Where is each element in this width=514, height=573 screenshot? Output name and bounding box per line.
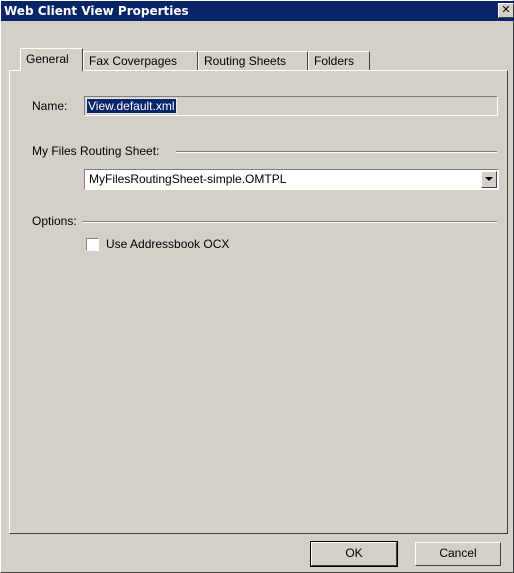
close-button[interactable]: ✕ bbox=[498, 3, 514, 18]
close-icon: ✕ bbox=[501, 3, 511, 16]
routing-sheet-divider bbox=[176, 151, 497, 153]
options-divider bbox=[82, 221, 497, 223]
tab-routing-sheets[interactable]: Routing Sheets bbox=[198, 51, 308, 70]
cancel-label: Cancel bbox=[439, 546, 477, 560]
options-label: Options: bbox=[32, 214, 77, 228]
properties-dialog: Web Client View Properties ✕ General Fax… bbox=[0, 0, 514, 573]
name-label: Name: bbox=[32, 99, 68, 113]
name-value: View.default.xml bbox=[86, 98, 177, 114]
routing-sheet-label: My Files Routing Sheet: bbox=[32, 144, 160, 158]
use-addressbook-checkbox[interactable] bbox=[86, 238, 99, 251]
tab-label: Folders bbox=[314, 54, 355, 68]
tab-label: Fax Coverpages bbox=[89, 54, 178, 68]
name-field[interactable]: View.default.xml bbox=[84, 96, 498, 116]
tab-fax-coverpages[interactable]: Fax Coverpages bbox=[83, 51, 198, 70]
title-bar[interactable]: Web Client View Properties ✕ bbox=[1, 1, 514, 21]
cancel-button[interactable]: Cancel bbox=[415, 542, 501, 566]
dropdown-button[interactable] bbox=[481, 171, 497, 188]
general-tab-panel: Name: View.default.xml My Files Routing … bbox=[9, 70, 508, 534]
window-title: Web Client View Properties bbox=[4, 4, 189, 18]
tab-label: General bbox=[26, 52, 69, 66]
ok-label: OK bbox=[345, 546, 363, 560]
routing-sheet-value: MyFilesRoutingSheet-simple.OMTPL bbox=[89, 172, 287, 186]
tab-general[interactable]: General bbox=[20, 48, 83, 71]
tab-label: Routing Sheets bbox=[204, 54, 287, 68]
ok-button[interactable]: OK bbox=[310, 541, 398, 567]
routing-sheet-select[interactable]: MyFilesRoutingSheet-simple.OMTPL bbox=[84, 169, 499, 190]
tab-folders[interactable]: Folders bbox=[308, 51, 370, 70]
use-addressbook-label: Use Addressbook OCX bbox=[106, 237, 230, 251]
chevron-down-icon bbox=[485, 177, 493, 181]
